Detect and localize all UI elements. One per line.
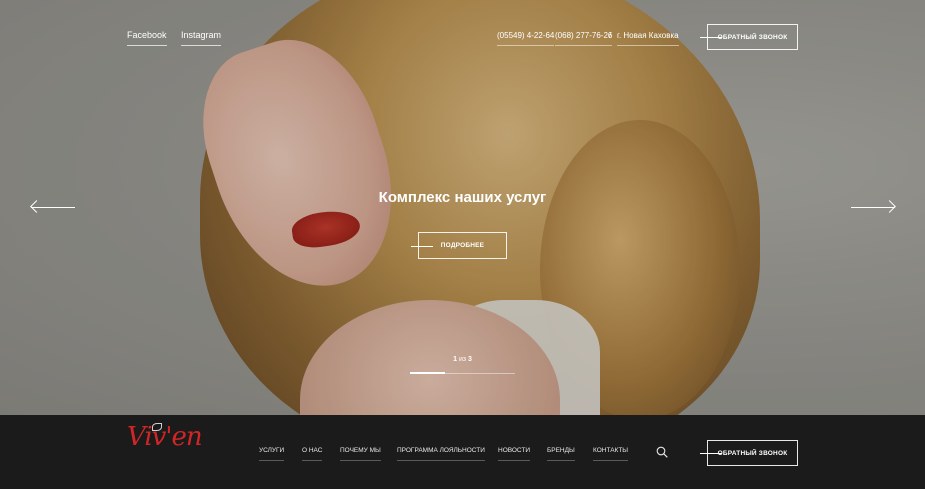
- slide-progress-fill: [410, 372, 445, 374]
- button-dash-decoration: [700, 37, 722, 38]
- nav-contacts[interactable]: КОНТАКТЫ: [593, 447, 629, 461]
- phone-1[interactable]: (05549) 4-22-64: [497, 31, 555, 46]
- phone-separator: /: [609, 31, 612, 40]
- slide-current: 1: [453, 356, 457, 363]
- nav-news[interactable]: НОВОСТИ: [498, 447, 531, 461]
- facebook-link[interactable]: Facebook: [127, 30, 167, 46]
- more-button-label: ПОДРОБНЕЕ: [440, 242, 485, 249]
- more-button[interactable]: ПОДРОБНЕЕ: [411, 232, 507, 259]
- hero-overlay: [0, 0, 925, 415]
- button-dash-decoration: [411, 245, 433, 247]
- callback-button-footer-label: ОБРАТНЫЙ ЗВОНОК: [717, 449, 788, 457]
- hero-slider: [0, 0, 925, 415]
- search-icon[interactable]: [656, 446, 668, 458]
- callback-button-top[interactable]: ОБРАТНЫЙ ЗВОНОК: [700, 24, 798, 50]
- instagram-link[interactable]: Instagram: [181, 30, 222, 46]
- logo-leaf-icon: [152, 423, 162, 431]
- arrow-left-icon[interactable]: [31, 207, 75, 208]
- slide-counter: 1 из 3: [0, 356, 925, 363]
- button-dash-decoration: [700, 453, 722, 454]
- logo[interactable]: Viv'en: [127, 422, 203, 452]
- slide-progress-bar: [410, 372, 515, 374]
- arrow-right-icon[interactable]: [851, 207, 895, 208]
- slide-total: 3: [468, 356, 472, 363]
- nav-loyalty[interactable]: ПРОГРАММА ЛОЯЛЬНОСТИ: [397, 447, 485, 461]
- nav-why-us[interactable]: ПОЧЕМУ МЫ: [340, 447, 381, 461]
- phone-2[interactable]: (068) 277-76-26: [555, 31, 613, 46]
- callback-button-footer[interactable]: ОБРАТНЫЙ ЗВОНОК: [700, 440, 798, 466]
- callback-button-top-label: ОБРАТНЫЙ ЗВОНОК: [717, 33, 788, 41]
- hero-headline: Комплекс наших услуг: [378, 189, 547, 206]
- city-label: г. Новая Каховка: [617, 31, 679, 46]
- nav-services[interactable]: УСЛУГИ: [259, 447, 285, 461]
- nav-brands[interactable]: БРЕНДЫ: [547, 447, 575, 461]
- nav-about[interactable]: О НАС: [302, 447, 323, 461]
- slide-of-label: из: [458, 356, 467, 363]
